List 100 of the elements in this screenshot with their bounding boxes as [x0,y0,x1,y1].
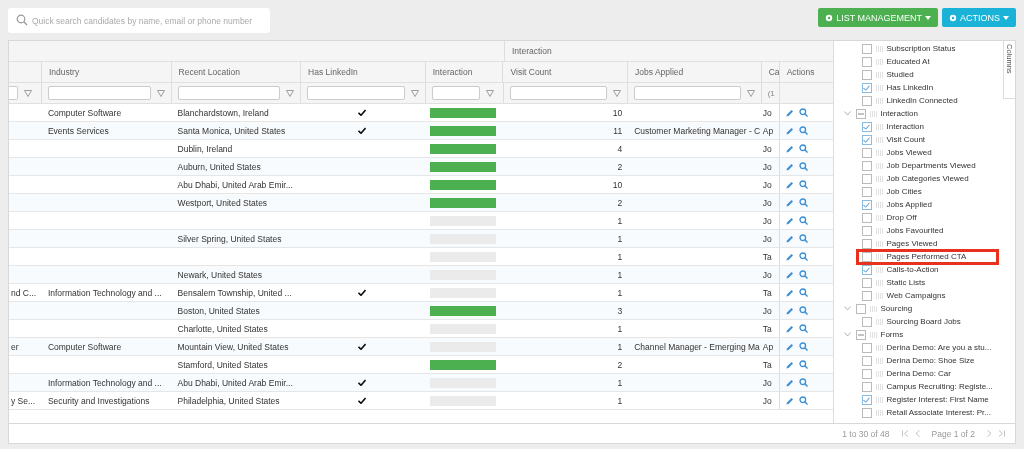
column-option[interactable]: Job Cities [886,187,922,196]
filter-icon[interactable] [746,89,755,97]
drag-handle-icon[interactable] [875,162,883,169]
filter-icon[interactable] [286,89,295,97]
drag-handle-icon[interactable] [875,97,883,104]
search-icon[interactable] [798,270,808,279]
drag-handle-icon[interactable] [875,370,883,377]
column-option[interactable]: Educated At [886,57,930,66]
search-field[interactable]: Quick search candidates by name, email or phone number [8,8,270,33]
checkbox[interactable] [861,199,872,210]
checkbox[interactable] [861,160,872,171]
search-icon[interactable] [798,126,808,135]
checkbox[interactable] [861,69,872,80]
column-option[interactable]: LinkedIn Connected [886,96,958,105]
checkbox[interactable] [861,95,872,106]
drag-handle-icon[interactable] [875,45,883,52]
checkbox[interactable] [855,329,866,340]
column-option[interactable]: Derina Demo: Are you a stu... [886,343,992,352]
checkbox[interactable] [861,212,872,223]
drag-handle-icon[interactable] [875,188,883,195]
drag-handle-icon[interactable] [875,227,883,234]
search-icon[interactable] [798,342,808,351]
column-option[interactable]: Visit Count [886,135,926,144]
search-icon[interactable] [798,306,808,315]
chevron-icon[interactable] [843,111,851,116]
column-option[interactable]: Derina Demo: Shoe Size [886,356,975,365]
checkbox[interactable] [861,173,872,184]
filter-field[interactable] [509,86,608,100]
column-option[interactable]: Subscription Status [886,44,956,53]
search-icon[interactable] [798,198,808,207]
drag-handle-icon[interactable] [875,396,883,403]
checkbox[interactable] [861,43,872,54]
checkbox[interactable] [861,277,872,288]
checkbox[interactable] [861,264,872,275]
column-header[interactable]: Jobs Applied [635,67,684,77]
search-icon[interactable] [798,162,808,171]
drag-handle-icon[interactable] [875,71,883,78]
checkbox[interactable] [861,251,872,262]
previous-page-icon[interactable] [914,430,920,437]
drag-handle-icon[interactable] [875,253,883,260]
drag-handle-icon[interactable] [869,110,877,117]
checkbox[interactable] [861,342,872,353]
column-header[interactable]: Visit Count [510,67,552,77]
column-option[interactable]: Calls-to-Action [886,265,939,274]
drag-handle-icon[interactable] [869,305,877,312]
checkbox[interactable] [855,303,866,314]
search-icon[interactable] [798,216,808,225]
column-option[interactable]: Retail Associate Interest: Pr... [886,408,991,417]
drag-handle-icon[interactable] [875,266,883,273]
checkbox[interactable] [861,381,872,392]
checkbox[interactable] [861,238,872,249]
column-option[interactable]: Sourcing Board Jobs [886,317,961,326]
column-option[interactable]: Web Campaigns [886,291,946,300]
checkbox[interactable] [861,355,872,366]
filter-field[interactable] [634,86,741,100]
column-option[interactable]: Jobs Viewed [886,148,932,157]
checkbox[interactable] [861,290,872,301]
filter-icon[interactable] [156,89,165,97]
drag-handle-icon[interactable] [875,136,883,143]
drag-handle-icon[interactable] [875,175,883,182]
search-icon[interactable] [798,144,808,153]
checkbox[interactable] [861,225,872,236]
column-header[interactable]: Ca [768,67,779,77]
column-option[interactable]: Interaction [886,122,924,131]
chevron-icon[interactable] [843,306,851,311]
filter-field[interactable] [177,86,281,100]
drag-handle-icon[interactable] [875,149,883,156]
checkbox[interactable] [861,147,872,158]
filter-icon[interactable] [410,89,419,97]
checkbox[interactable] [861,316,872,327]
drag-handle-icon[interactable] [875,201,883,208]
search-icon[interactable] [798,378,808,387]
filter-icon[interactable] [485,89,494,97]
drag-handle-icon[interactable] [875,123,883,130]
column-option[interactable]: Job Categories Viewed [886,174,969,183]
drag-handle-icon[interactable] [875,357,883,364]
drag-handle-icon[interactable] [875,292,883,299]
checkbox[interactable] [861,186,872,197]
column-option[interactable]: Forms [880,330,904,339]
search-icon[interactable] [798,252,808,261]
last-page-icon[interactable] [998,430,1005,437]
checkbox[interactable] [861,368,872,379]
checkbox[interactable] [861,394,872,405]
drag-handle-icon[interactable] [875,344,883,351]
column-option[interactable]: Campus Recruiting: Registe... [886,382,993,391]
filter-icon[interactable] [24,89,32,97]
checkbox[interactable] [861,56,872,67]
column-option[interactable]: Static Lists [886,278,926,287]
search-icon[interactable] [798,396,808,405]
column-header[interactable]: Has LinkedIn [308,67,358,77]
search-icon[interactable] [798,324,808,333]
column-option[interactable]: Has LinkedIn [886,83,934,92]
column-header[interactable]: Actions [786,67,815,77]
checkbox[interactable] [855,108,866,119]
next-page-icon[interactable] [987,430,992,437]
drag-handle-icon[interactable] [875,409,883,416]
checkbox[interactable] [861,407,872,418]
drag-handle-icon[interactable] [869,331,877,338]
column-option[interactable]: Pages Performed CTA [886,252,967,261]
search-icon[interactable] [798,180,808,189]
